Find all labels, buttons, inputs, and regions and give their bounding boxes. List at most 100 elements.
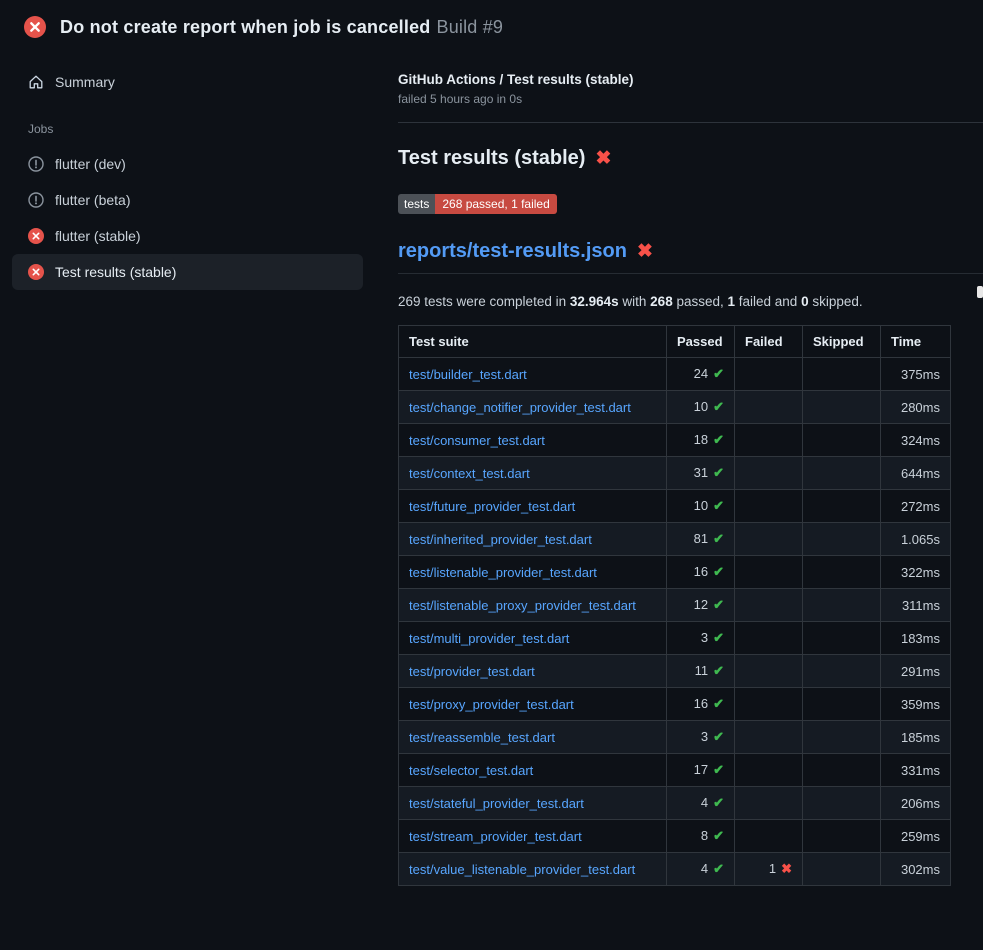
check-icon: ✔ [713, 762, 724, 777]
x-circle-icon [28, 264, 44, 280]
passed-cell: 12✔ [667, 589, 735, 622]
page-title: Do not create report when job is cancell… [60, 17, 503, 38]
sidebar-item-flutter-beta[interactable]: flutter (beta) [12, 182, 363, 218]
summary-text: 269 tests were completed in [398, 294, 570, 309]
sidebar: Summary Jobs flutter (dev) [0, 48, 375, 290]
test-suite-link[interactable]: test/listenable_proxy_provider_test.dart [409, 598, 636, 613]
passed-cell: 16✔ [667, 556, 735, 589]
col-header-skipped: Skipped [803, 326, 881, 358]
check-icon: ✔ [713, 399, 724, 414]
check-icon: ✔ [713, 564, 724, 579]
time-cell: 280ms [881, 391, 951, 424]
test-suite-link[interactable]: test/selector_test.dart [409, 763, 533, 778]
summary-text: skipped. [809, 294, 863, 309]
table-row: test/inherited_provider_test.dart81✔1.06… [399, 523, 951, 556]
passed-cell: 11✔ [667, 655, 735, 688]
table-row: test/stateful_provider_test.dart4✔206ms [399, 787, 951, 820]
table-row: test/value_listenable_provider_test.dart… [399, 853, 951, 886]
test-suite-link[interactable]: test/listenable_provider_test.dart [409, 565, 597, 580]
passed-count: 4 [701, 861, 708, 876]
passed-cell: 16✔ [667, 688, 735, 721]
time-cell: 331ms [881, 754, 951, 787]
passed-cell: 81✔ [667, 523, 735, 556]
test-suite-link[interactable]: test/stream_provider_test.dart [409, 829, 582, 844]
table-row: test/change_notifier_provider_test.dart1… [399, 391, 951, 424]
table-row: test/context_test.dart31✔644ms [399, 457, 951, 490]
alert-circle-icon [28, 192, 44, 208]
badge-label: tests [398, 194, 435, 214]
skipped-cell [803, 391, 881, 424]
scrollbar-thumb[interactable] [977, 286, 983, 298]
failed-cell [735, 589, 803, 622]
table-row: test/provider_test.dart11✔291ms [399, 655, 951, 688]
sidebar-item-flutter-dev[interactable]: flutter (dev) [12, 146, 363, 182]
sidebar-item-summary[interactable]: Summary [12, 64, 363, 100]
passed-cell: 18 ✔ [667, 424, 735, 457]
check-run-page: Do not create report when job is cancell… [0, 0, 983, 950]
passed-count: 81 [694, 531, 708, 546]
badge-status: 268 passed, 1 failed [435, 194, 556, 214]
suite-cell: test/multi_provider_test.dart [399, 622, 667, 655]
test-suite-link[interactable]: test/value_listenable_provider_test.dart [409, 862, 635, 877]
passed-cell: 8✔ [667, 820, 735, 853]
failed-count: 1 [769, 861, 776, 876]
passed-count: 18 [694, 432, 708, 447]
time-cell: 185ms [881, 721, 951, 754]
table-row: test/future_provider_test.dart10✔272ms [399, 490, 951, 523]
sidebar-item-label: Test results (stable) [55, 264, 176, 280]
table-row: test/listenable_provider_test.dart 16✔ 322… [399, 556, 951, 589]
summary-bold: 0 [801, 294, 809, 309]
passed-count: 4 [701, 795, 708, 810]
sidebar-item-test-results-stable[interactable]: Test results (stable) [12, 254, 363, 290]
passed-count: 8 [701, 828, 708, 843]
passed-cell: 4✔ [667, 853, 735, 886]
test-suite-link[interactable]: test/reassemble_test.dart [409, 730, 555, 745]
test-suite-link[interactable]: test/stateful_provider_test.dart [409, 796, 584, 811]
alert-circle-icon [28, 156, 44, 172]
suite-cell: test/context_test.dart [399, 457, 667, 490]
col-header-passed: Passed [667, 326, 735, 358]
passed-cell: 3✔ [667, 721, 735, 754]
suite-cell: test/inherited_provider_test.dart [399, 523, 667, 556]
time-cell: 322ms [881, 556, 951, 589]
test-table-body: test/builder_test.dart24✔375mstest/chang… [399, 358, 951, 886]
suite-cell: test/consumer_test.dart [399, 424, 667, 457]
suite-cell: test/reassemble_test.dart [399, 721, 667, 754]
divider [398, 122, 983, 123]
time-cell: 302ms [881, 853, 951, 886]
sidebar-item-label: flutter (stable) [55, 228, 141, 244]
test-suite-link[interactable]: test/future_provider_test.dart [409, 499, 575, 514]
failed-cell [735, 457, 803, 490]
page-body: Summary Jobs flutter (dev) [0, 48, 983, 886]
test-suite-link[interactable]: test/multi_provider_test.dart [409, 631, 569, 646]
x-circle-icon [28, 228, 44, 244]
test-suite-link[interactable]: test/proxy_provider_test.dart [409, 697, 574, 712]
check-icon: ✔ [713, 432, 724, 447]
check-icon: ✔ [713, 795, 724, 810]
time-cell: 259ms [881, 820, 951, 853]
test-suite-link[interactable]: test/provider_test.dart [409, 664, 535, 679]
passed-cell: 4✔ [667, 787, 735, 820]
skipped-cell [803, 358, 881, 391]
test-suite-link[interactable]: test/change_notifier_provider_test.dart [409, 400, 631, 415]
passed-cell: 31✔ [667, 457, 735, 490]
skipped-cell [803, 688, 881, 721]
failed-cell [735, 655, 803, 688]
failed-cell [735, 490, 803, 523]
suite-cell: test/proxy_provider_test.dart [399, 688, 667, 721]
suite-cell: test/value_listenable_provider_test.dart [399, 853, 667, 886]
sidebar-item-label: Summary [55, 74, 115, 90]
x-circle-icon [24, 16, 46, 38]
test-suite-link[interactable]: test/consumer_test.dart [409, 433, 545, 448]
build-number: Build #9 [436, 17, 503, 37]
sidebar-item-flutter-stable[interactable]: flutter (stable) [12, 218, 363, 254]
time-cell: 375ms [881, 358, 951, 391]
page-header: Do not create report when job is cancell… [0, 0, 983, 48]
test-suite-link[interactable]: test/inherited_provider_test.dart [409, 532, 592, 547]
time-cell: 324ms [881, 424, 951, 457]
report-link[interactable]: reports/test-results.json [398, 240, 627, 263]
failed-cell [735, 424, 803, 457]
table-row: test/proxy_provider_test.dart16✔359ms [399, 688, 951, 721]
test-suite-link[interactable]: test/builder_test.dart [409, 367, 527, 382]
test-suite-link[interactable]: test/context_test.dart [409, 466, 530, 481]
